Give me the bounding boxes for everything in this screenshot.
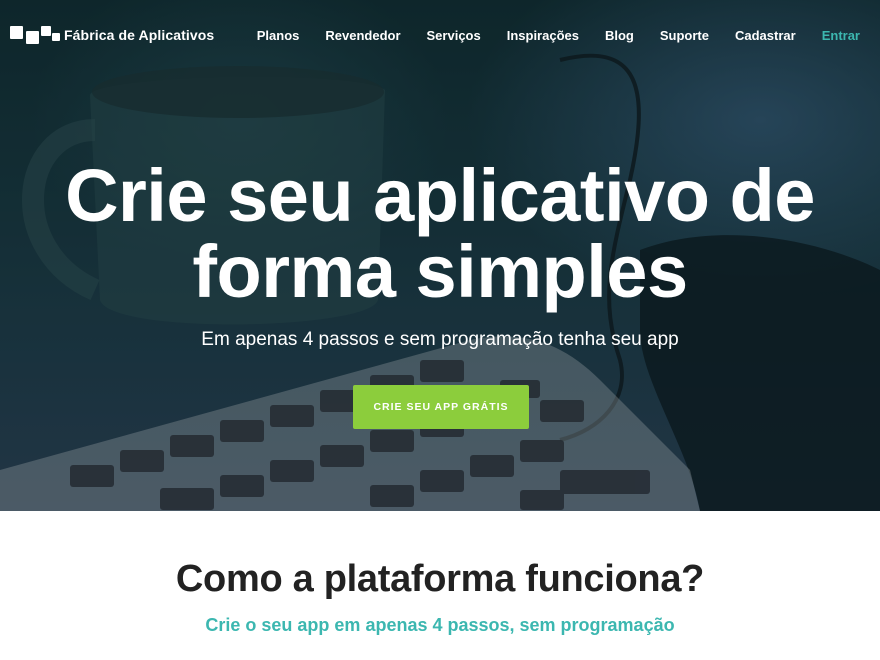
nav-item-inspiracoes[interactable]: Inspirações — [507, 28, 579, 43]
section-title: Como a plataforma funciona? — [175, 558, 705, 600]
hero-title: Crie seu aplicativo de forma simples — [0, 158, 880, 310]
brand-logo[interactable]: Fábrica de Aplicativos — [10, 24, 214, 46]
nav-item-cadastrar[interactable]: Cadastrar — [735, 28, 796, 43]
hero-title-line-2: forma simples — [192, 230, 688, 313]
hero-subtitle: Em apenas 4 passos e sem programação ten… — [201, 329, 679, 350]
nav-item-planos[interactable]: Planos — [257, 28, 300, 43]
nav-item-servicos[interactable]: Serviços — [427, 28, 481, 43]
nav-item-blog[interactable]: Blog — [605, 28, 634, 43]
blocks-logo-icon — [10, 24, 60, 46]
create-app-cta-button[interactable]: CRIE SEU APP GRÁTIS — [353, 385, 529, 429]
hero-section: Fábrica de Aplicativos Planos Revendedor… — [0, 0, 880, 511]
hero-title-line-1: Crie seu aplicativo de — [65, 154, 815, 237]
brand-name: Fábrica de Aplicativos — [64, 27, 215, 43]
section-subtitle: Crie o seu app em apenas 4 passos, sem p… — [205, 615, 675, 635]
nav-item-revendedor[interactable]: Revendedor — [325, 28, 400, 43]
main-nav: Planos Revendedor Serviços Inspirações B… — [231, 28, 860, 43]
nav-item-suporte[interactable]: Suporte — [660, 28, 709, 43]
nav-item-entrar[interactable]: Entrar — [822, 28, 860, 43]
